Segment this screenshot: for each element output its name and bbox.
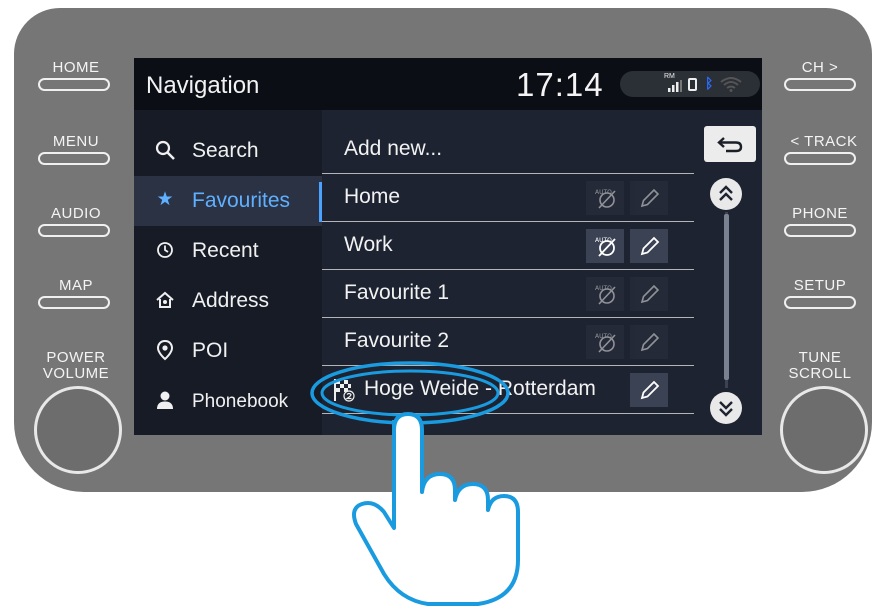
clock-icon [157, 242, 173, 258]
audio-button-label: AUDIO [50, 205, 101, 222]
scroll-rail [698, 110, 762, 435]
edit-button[interactable] [630, 181, 668, 215]
menu-item-label: Favourites [192, 189, 291, 212]
menu-item-label: Phonebook [192, 391, 289, 412]
search-icon [155, 140, 175, 160]
phone-icon [688, 78, 697, 91]
map-button-label: MAP [58, 277, 93, 294]
favourites-list: Add new... Home AUTO Work AUTO Favourite… [322, 110, 698, 435]
auto-update-button[interactable]: AUTO [586, 277, 624, 311]
pin-icon [156, 339, 174, 361]
list-item[interactable]: Add new... [322, 126, 694, 174]
page-title: Navigation [146, 72, 260, 99]
list-item-label: Add new... [344, 137, 443, 160]
row-divider [322, 413, 694, 414]
track-button[interactable] [784, 152, 856, 165]
list-item[interactable]: Favourite 2 AUTO [322, 318, 694, 366]
phone-button[interactable] [784, 224, 856, 237]
power-label: POWER [46, 349, 106, 366]
star-icon: ★ [156, 189, 174, 210]
list-item[interactable]: Favourite 1 AUTO [322, 270, 694, 318]
rm-label: RM [664, 73, 675, 80]
nav-menu: Search ★ Favourites Recent Address POI P… [134, 110, 322, 435]
menu-item-phonebook[interactable]: Phonebook [134, 376, 322, 426]
power-volume-knob[interactable] [34, 386, 122, 474]
menu-item-label: Address [192, 289, 270, 312]
list-item-label: Hoge Weide - Rotterdam [364, 377, 596, 400]
menu-item-address[interactable]: Address [134, 276, 322, 326]
clock: 17:14 [516, 66, 604, 103]
setup-button[interactable] [784, 296, 856, 309]
ch-button[interactable] [784, 78, 856, 91]
auto-update-button[interactable]: AUTO [586, 229, 624, 263]
menu-item-search[interactable]: Search [134, 126, 322, 176]
pencil-icon [640, 380, 660, 400]
status-indicators: RM ᛒ [620, 71, 760, 97]
bluetooth-icon: ᛒ [705, 75, 714, 91]
auto-update-button[interactable]: AUTO [586, 325, 624, 359]
menu-button[interactable] [38, 152, 110, 165]
signal-icon [668, 80, 682, 92]
finish-flag-icon [334, 379, 355, 402]
auto-update-icon: AUTO [595, 333, 616, 353]
scroll-up-button[interactable] [710, 178, 742, 210]
pencil-icon [640, 332, 660, 352]
double-chevron-down-icon [719, 401, 733, 417]
double-chevron-up-icon [719, 185, 733, 201]
ch-button-label: CH > [801, 59, 839, 76]
menu-item-recent[interactable]: Recent [134, 226, 322, 276]
volume-label: VOLUME [42, 365, 110, 382]
auto-badge-text: AUTO [595, 189, 612, 196]
menu-item-label: Recent [192, 239, 259, 262]
auto-update-icon: AUTO [595, 189, 616, 209]
menu-item-label: Search [192, 139, 259, 162]
setup-button-label: SETUP [793, 277, 847, 294]
auto-update-icon: AUTO [595, 285, 616, 305]
list-item[interactable]: Home AUTO [322, 174, 694, 222]
list-item-label: Home [344, 185, 401, 208]
address-icon [156, 291, 174, 308]
list-item-label: Favourite 2 [344, 329, 450, 352]
menu-item-favourites[interactable]: ★ Favourites [134, 176, 322, 226]
scroll-thumb[interactable] [724, 214, 729, 380]
status-bar: Navigation 17:14 RM ᛒ [134, 58, 762, 110]
list-item-label: Work [344, 233, 393, 256]
auto-badge-text: AUTO [595, 333, 612, 340]
home-button[interactable] [38, 78, 110, 91]
audio-button[interactable] [38, 224, 110, 237]
auto-update-button[interactable]: AUTO [586, 181, 624, 215]
list-item-label: Favourite 1 [344, 281, 450, 304]
auto-update-icon: AUTO [595, 237, 616, 257]
person-icon [157, 391, 173, 409]
list-item[interactable]: Work AUTO [322, 222, 694, 270]
edit-button[interactable] [630, 373, 668, 407]
auto-badge-text: AUTO [595, 237, 612, 244]
pencil-icon [640, 188, 660, 208]
home-button-label: HOME [52, 59, 100, 76]
phone-button-label: PHONE [792, 205, 848, 222]
edit-button[interactable] [630, 277, 668, 311]
tune-scroll-knob[interactable] [780, 386, 868, 474]
edit-button[interactable] [630, 325, 668, 359]
track-button-label: < TRACK [790, 133, 858, 150]
menu-item-label: POI [192, 339, 229, 362]
list-item[interactable]: Hoge Weide - Rotterdam [322, 366, 694, 414]
pencil-icon [640, 236, 660, 256]
back-button[interactable] [704, 126, 756, 162]
scroll-down-button[interactable] [710, 392, 742, 424]
auto-badge-text: AUTO [595, 285, 612, 292]
touch-screen: Navigation 17:14 RM ᛒ Search ★ Favourite… [134, 58, 762, 435]
scroll-label: SCROLL [788, 365, 852, 382]
tune-label: TUNE [798, 349, 842, 366]
pencil-icon [640, 284, 660, 304]
edit-button[interactable] [630, 229, 668, 263]
back-arrow-icon [717, 137, 743, 153]
wifi-icon [720, 77, 742, 92]
menu-item-poi[interactable]: POI [134, 326, 322, 376]
menu-button-label: MENU [52, 133, 100, 150]
map-button[interactable] [38, 296, 110, 309]
